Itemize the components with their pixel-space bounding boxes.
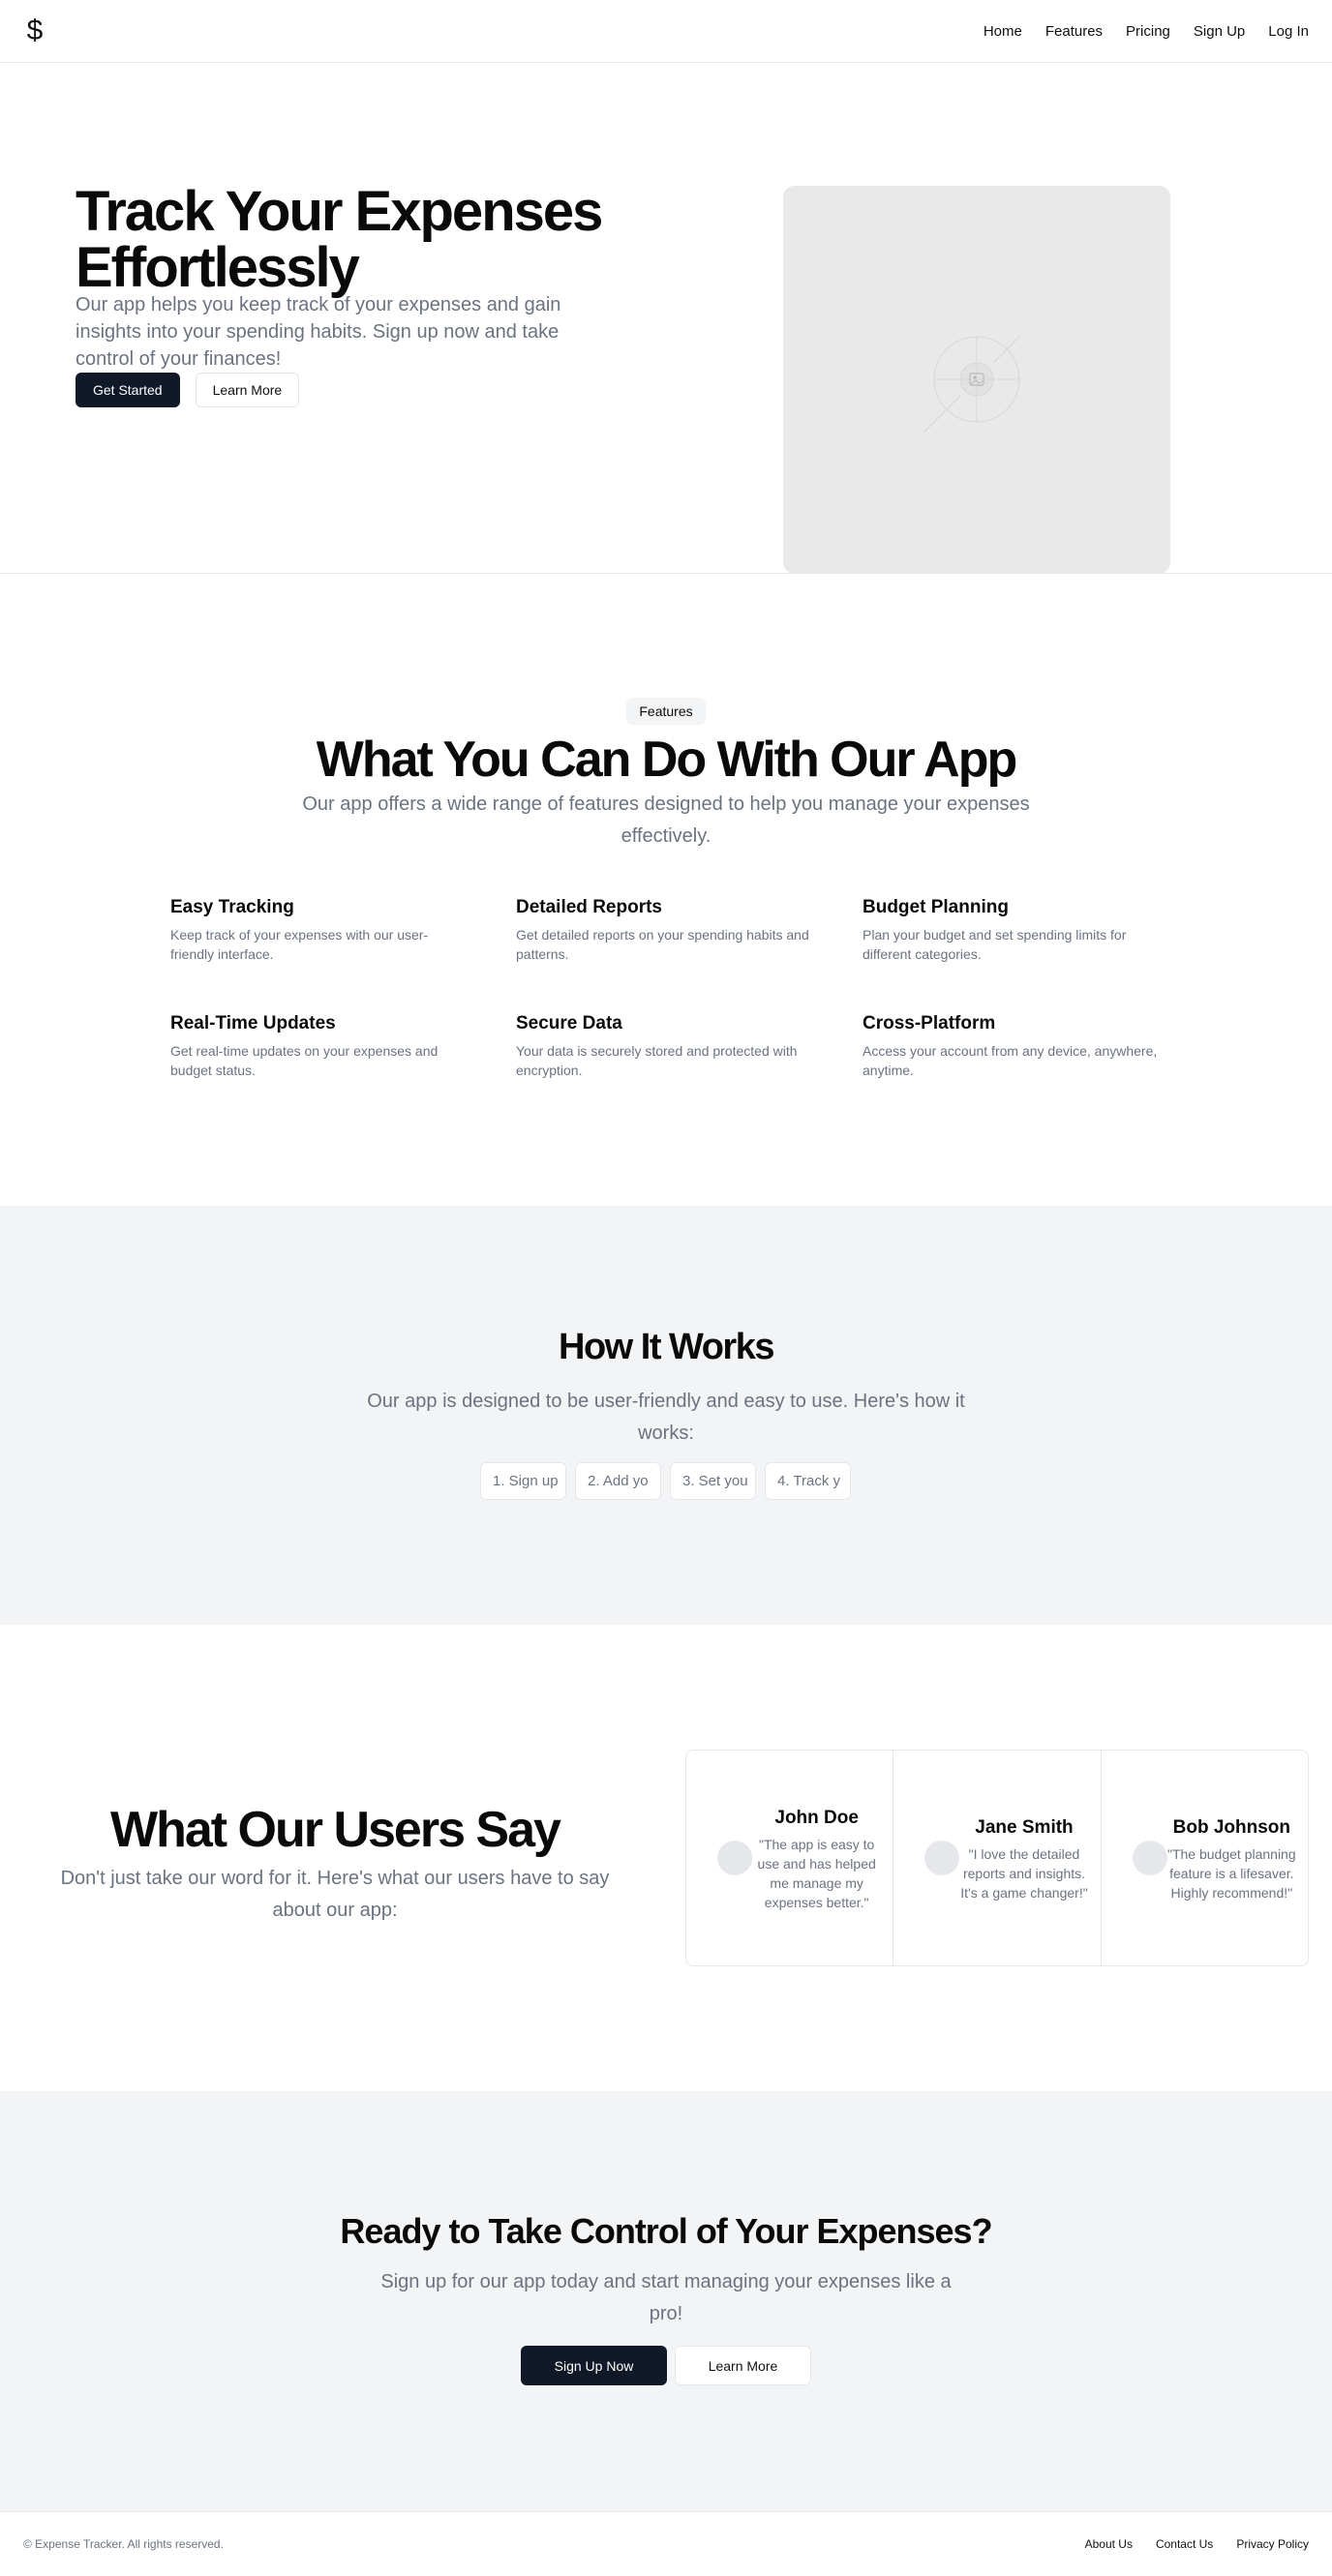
feature-description: Keep track of your expenses with our use…: [170, 927, 429, 962]
avatar: [1132, 1841, 1167, 1875]
testimonial-card: Bob Johnson "The budget planning feature…: [1102, 1751, 1308, 1965]
cta-subtitle: Sign up for our app today and start mana…: [380, 2271, 952, 2324]
dollar-logo-icon[interactable]: $: [23, 16, 46, 45]
copyright-text: © Expense Tracker. All rights reserved.: [23, 2537, 224, 2551]
testimonial-name: Jane Smith: [975, 1816, 1074, 1838]
testimonials-title: What Our Users Say: [110, 1802, 561, 1858]
testimonials-subtitle: Don't just take our word for it. Here's …: [60, 1868, 610, 1921]
nav-home-link[interactable]: Home: [984, 23, 1022, 40]
footer-links: About Us Contact Us Privacy Policy: [1085, 2537, 1309, 2551]
testimonial-name: John Doe: [774, 1807, 859, 1828]
nav-login-link[interactable]: Log In: [1268, 23, 1309, 40]
feature-card: Cross-Platform Access your account from …: [863, 1012, 1163, 1080]
feature-title: Detailed Reports: [516, 897, 662, 917]
footer-about-link[interactable]: About Us: [1085, 2537, 1133, 2551]
main-nav: Home Features Pricing Sign Up Log In: [984, 23, 1309, 40]
hero-buttons: Get Started Learn More: [76, 373, 300, 407]
feature-card: Easy Tracking Keep track of your expense…: [170, 896, 470, 964]
testimonials-section: What Our Users Say Don't just take our w…: [0, 1625, 1332, 2091]
avatar: [924, 1841, 960, 1875]
avatar: [717, 1841, 752, 1875]
how-it-works-section: How It Works Our app is designed to be u…: [0, 1206, 1332, 1625]
testimonial-quote: "The budget planning feature is a lifesa…: [1167, 1845, 1296, 1901]
hero-section: Track Your Expenses Effortlessly Our app…: [0, 63, 1332, 574]
nav-features-link[interactable]: Features: [1045, 23, 1103, 40]
feature-description: Your data is securely stored and protect…: [516, 1043, 798, 1078]
feature-card: Budget Planning Plan your budget and set…: [863, 896, 1163, 964]
feature-title: Budget Planning: [863, 897, 1009, 917]
testimonial-body: Jane Smith "I love the detailed reports …: [959, 1751, 1088, 1965]
feature-title: Easy Tracking: [170, 897, 294, 917]
feature-description: Get real-time updates on your expenses a…: [170, 1043, 439, 1078]
feature-card: Secure Data Your data is securely stored…: [516, 1012, 816, 1080]
testimonial-quote: "The app is easy to use and has helped m…: [757, 1836, 876, 1910]
feature-title: Secure Data: [516, 1013, 622, 1033]
features-section: Features What You Can Do With Our App Ou…: [0, 574, 1332, 1206]
how-title: How It Works: [559, 1327, 775, 1367]
testimonial-body: John Doe "The app is easy to use and has…: [752, 1751, 881, 1965]
sign-up-now-button[interactable]: Sign Up Now: [521, 2346, 667, 2385]
hero-title: Track Your Expenses Effortlessly: [76, 180, 603, 299]
feature-description: Access your account from any device, any…: [863, 1043, 1158, 1078]
steps-list: 1. Sign up 2. Add yo 3. Set you 4. Track…: [480, 1462, 851, 1500]
feature-card: Real-Time Updates Get real-time updates …: [170, 1012, 470, 1080]
nav-signup-link[interactable]: Sign Up: [1194, 23, 1245, 40]
nav-pricing-link[interactable]: Pricing: [1126, 23, 1170, 40]
testimonial-quote: "I love the detailed reports and insight…: [960, 1845, 1088, 1901]
how-subtitle: Our app is designed to be user-friendly …: [367, 1391, 965, 1444]
cta-title: Ready to Take Control of Your Expenses?: [340, 2211, 992, 2251]
site-header: $ Home Features Pricing Sign Up Log In: [0, 0, 1332, 63]
step-item[interactable]: 2. Add yo: [575, 1462, 661, 1500]
feature-title: Real-Time Updates: [170, 1013, 336, 1033]
features-subtitle: Our app offers a wide range of features …: [302, 794, 1030, 847]
hero-image-placeholder: [783, 186, 1170, 574]
step-item[interactable]: 3. Set you: [670, 1462, 756, 1500]
feature-description: Plan your budget and set spending limits…: [863, 927, 1127, 962]
step-item[interactable]: 1. Sign up: [480, 1462, 566, 1500]
site-footer: © Expense Tracker. All rights reserved. …: [0, 2511, 1332, 2576]
features-badge: Features: [626, 698, 706, 725]
footer-privacy-link[interactable]: Privacy Policy: [1236, 2537, 1309, 2551]
hero-subtitle: Our app helps you keep track of your exp…: [76, 294, 561, 370]
footer-contact-link[interactable]: Contact Us: [1156, 2537, 1213, 2551]
testimonial-name: Bob Johnson: [1172, 1816, 1291, 1838]
testimonial-body: Bob Johnson "The budget planning feature…: [1167, 1751, 1296, 1965]
cta-learn-more-button[interactable]: Learn More: [675, 2346, 811, 2385]
step-item[interactable]: 4. Track y: [765, 1462, 851, 1500]
get-started-button[interactable]: Get Started: [76, 373, 180, 407]
image-placeholder-icon: [923, 335, 1021, 434]
feature-title: Cross-Platform: [863, 1013, 996, 1033]
learn-more-button[interactable]: Learn More: [195, 373, 300, 407]
feature-card: Detailed Reports Get detailed reports on…: [516, 896, 816, 964]
feature-description: Get detailed reports on your spending ha…: [516, 927, 809, 962]
testimonial-cards: John Doe "The app is easy to use and has…: [685, 1750, 1309, 1966]
testimonial-card: Jane Smith "I love the detailed reports …: [893, 1751, 1102, 1965]
cta-buttons: Sign Up Now Learn More: [521, 2346, 811, 2385]
testimonial-card: John Doe "The app is easy to use and has…: [686, 1751, 894, 1965]
cta-section: Ready to Take Control of Your Expenses? …: [0, 2091, 1332, 2511]
features-title: What You Can Do With Our App: [316, 732, 1017, 788]
